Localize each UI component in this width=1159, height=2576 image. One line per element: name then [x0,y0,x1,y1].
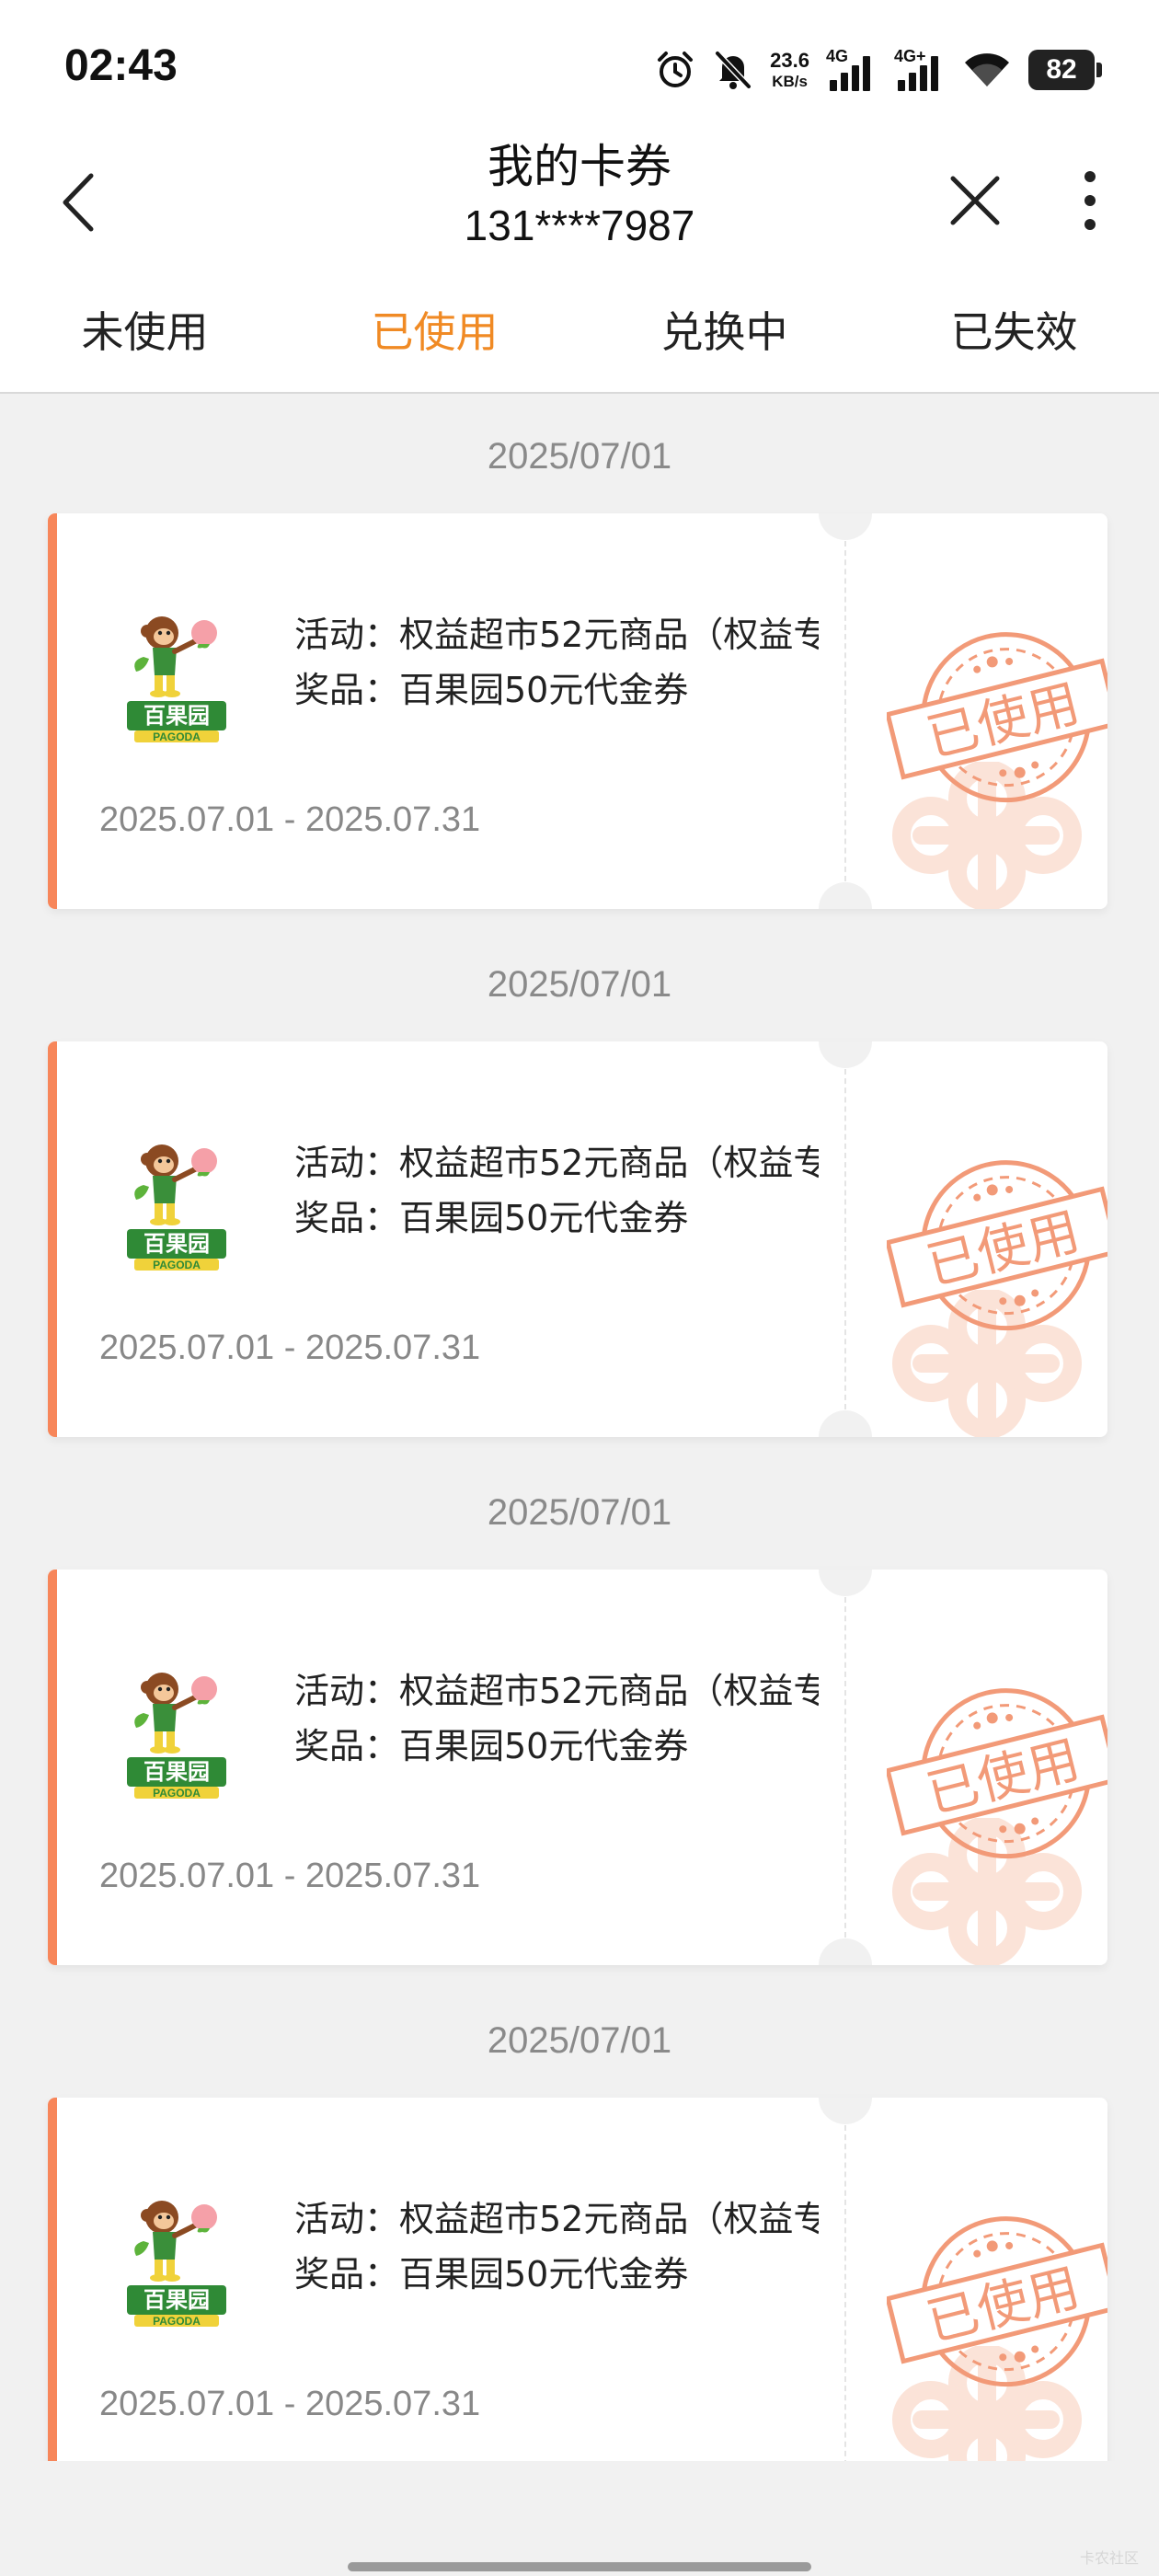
coupon-activity: 活动：权益超市52元商品（权益专 [294,1671,819,1711]
coupon-validity: 2025.07.01 - 2025.07.31 [99,1328,481,1367]
coupon-divider [844,2125,846,2461]
coupon-accent-stripe [48,2098,57,2461]
coupon-accent-stripe [48,1041,57,1437]
used-stamp: 已使用 [887,1160,1107,1331]
signal-bars-icon [830,56,870,91]
signal-bars-icon [898,56,938,91]
coupon-info: 活动：权益超市52元商品（权益专 奖品：百果园50元代金券 [294,607,819,718]
status-time: 02:43 [64,41,178,90]
tab-used[interactable]: 已使用 [290,267,580,392]
network-speed-unit: KB/s [772,73,808,90]
coupon-group: 2025/07/01 百果园 PAGODA 活动：权益超市52元商品（权益专 奖… [0,1452,1159,1980]
pagoda-logo: 百果园 PAGODA [127,1673,226,1800]
back-button[interactable] [46,156,110,248]
date-header: 2025/07/01 [487,436,672,477]
status-icons: 23.6 KB/s 4G 4G+ 82 [654,42,1102,98]
coupon-validity: 2025.07.01 - 2025.07.31 [99,800,481,839]
pagoda-logo-subtext: PAGODA [153,2315,201,2328]
coupon-activity: 活动：权益超市52元商品（权益专 [294,2199,819,2239]
pagoda-logo-subtext: PAGODA [153,1787,201,1800]
coupon-prize: 奖品：百果园50元代金券 [294,670,689,710]
coupon-accent-stripe [48,513,57,909]
signal-1: 4G [826,47,878,93]
coupon-divider [844,541,846,881]
chevron-left-icon [63,173,94,232]
coupon-group: 2025/07/01 百果园 PAGODA 活动：权益超市52元商品（权益专 奖… [0,396,1159,924]
used-stamp: 已使用 [887,2216,1107,2387]
bottom-area: 卡农社区 [0,2461,1159,2576]
coupon-notch [819,1041,872,1068]
coupon-activity: 活动：权益超市52元商品（权益专 [294,1143,819,1183]
coupon-card[interactable]: 百果园 PAGODA 活动：权益超市52元商品（权益专 奖品：百果园50元代金券… [48,1041,1107,1437]
pagoda-logo: 百果园 PAGODA [127,616,226,743]
coupon-accent-stripe [48,1570,57,1965]
date-header: 2025/07/01 [487,2020,672,2061]
date-header: 2025/07/01 [487,964,672,1005]
pagoda-logo-subtext: PAGODA [153,730,201,743]
coupon-list[interactable]: 2025/07/01 百果园 PAGODA 活动：权益超市52元商品（权益专 奖… [0,396,1159,2461]
page-title: 我的卡券 [488,140,671,193]
coupon-card[interactable]: 百果园 PAGODA 活动：权益超市52元商品（权益专 奖品：百果园50元代金券… [48,513,1107,909]
pagoda-logo: 百果园 PAGODA [127,2201,226,2328]
tab-expired[interactable]: 已失效 [869,267,1159,392]
close-button[interactable] [943,155,1007,247]
coupon-group: 2025/07/01 百果园 PAGODA 活动：权益超市52元商品（权益专 奖… [0,924,1159,1452]
coupon-notch [819,513,872,540]
coupon-info: 活动：权益超市52元商品（权益专 奖品：百果园50元代金券 [294,1663,819,1774]
pagoda-logo-subtext: PAGODA [153,1259,201,1271]
coupon-prize: 奖品：百果园50元代金券 [294,2254,689,2294]
coupon-info: 活动：权益超市52元商品（权益专 奖品：百果园50元代金券 [294,2191,819,2302]
coupon-prize: 奖品：百果园50元代金券 [294,1726,689,1766]
coupon-validity: 2025.07.01 - 2025.07.31 [99,1857,481,1895]
status-bar: 02:43 23.6 KB/s 4G 4G+ 82 [0,0,1159,138]
bell-muted-icon [713,49,753,91]
pagoda-logo-text: 百果园 [143,1231,210,1257]
used-stamp: 已使用 [887,632,1107,803]
close-icon [950,176,1000,225]
tab-redeeming[interactable]: 兑换中 [580,267,869,392]
header: 我的卡券 131****7987 [0,138,1159,267]
network-speed: 23.6 KB/s [770,49,809,90]
home-indicator[interactable] [348,2562,811,2571]
tab-bar: 未使用 已使用 兑换中 已失效 [0,267,1159,394]
pagoda-logo-text: 百果园 [143,1759,210,1785]
phone-number: 131****7987 [464,201,695,249]
battery-indicator: 82 [1028,50,1102,90]
watermark-text: 卡农社区 [1079,2549,1139,2567]
pagoda-logo: 百果园 PAGODA [127,1144,226,1271]
more-button[interactable] [1067,155,1113,247]
coupon-prize: 奖品：百果园50元代金券 [294,1198,689,1238]
title-block: 我的卡券 131****7987 [304,138,855,252]
coupon-notch [819,1570,872,1596]
coupon-group: 2025/07/01 百果园 PAGODA 活动：权益超市52元商品（权益专 奖… [0,1980,1159,2461]
coupon-divider [844,1069,846,1409]
coupon-notch [819,1410,872,1437]
pagoda-logo-text: 百果园 [143,703,210,729]
more-vertical-icon [1084,171,1096,230]
signal-2: 4G+ [894,47,946,93]
coupon-notch [819,882,872,909]
wifi-icon [962,50,1012,90]
network-speed-value: 23.6 [770,49,809,72]
coupon-card[interactable]: 百果园 PAGODA 活动：权益超市52元商品（权益专 奖品：百果园50元代金券… [48,2098,1107,2461]
coupon-notch [819,1938,872,1965]
alarm-icon [654,49,696,91]
coupon-info: 活动：权益超市52元商品（权益专 奖品：百果园50元代金券 [294,1135,819,1246]
coupon-card[interactable]: 百果园 PAGODA 活动：权益超市52元商品（权益专 奖品：百果园50元代金券… [48,1570,1107,1965]
coupon-notch [819,2098,872,2124]
tab-unused[interactable]: 未使用 [0,267,290,392]
date-header: 2025/07/01 [487,1492,672,1533]
coupon-validity: 2025.07.01 - 2025.07.31 [99,2385,481,2423]
used-stamp: 已使用 [887,1688,1107,1859]
coupon-activity: 活动：权益超市52元商品（权益专 [294,615,819,655]
coupon-divider [844,1597,846,1938]
pagoda-logo-text: 百果园 [143,2287,210,2313]
